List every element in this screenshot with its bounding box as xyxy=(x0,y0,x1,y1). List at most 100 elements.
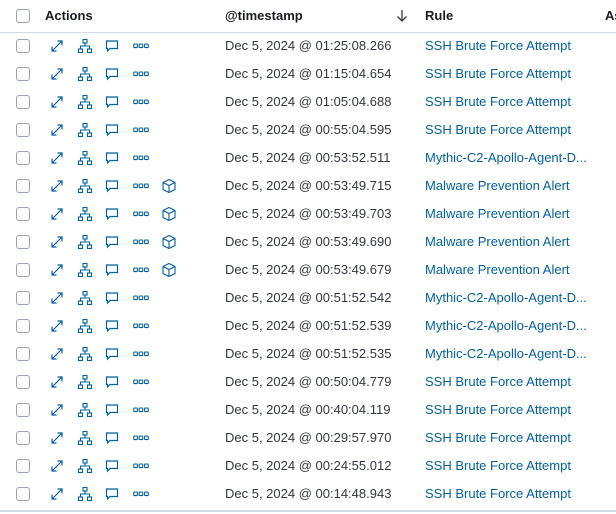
rule-link[interactable]: SSH Brute Force Attempt xyxy=(425,88,595,116)
analyze-graph-icon[interactable] xyxy=(77,374,93,390)
analyze-graph-icon[interactable] xyxy=(77,206,93,222)
rule-link[interactable]: SSH Brute Force Attempt xyxy=(425,424,595,452)
rule-link[interactable]: Mythic-C2-Apollo-Agent-D... xyxy=(425,312,595,340)
expand-icon[interactable] xyxy=(49,318,65,334)
more-actions-icon[interactable] xyxy=(133,178,149,194)
expand-icon[interactable] xyxy=(49,206,65,222)
row-select-checkbox[interactable] xyxy=(16,235,30,249)
timestamp-column-header[interactable]: @timestamp xyxy=(225,0,303,32)
expand-icon[interactable] xyxy=(49,66,65,82)
row-select-checkbox[interactable] xyxy=(16,263,30,277)
comment-icon[interactable] xyxy=(104,290,120,306)
comment-icon[interactable] xyxy=(104,346,120,362)
rule-link[interactable]: Mythic-C2-Apollo-Agent-D... xyxy=(425,340,595,368)
rule-link[interactable]: SSH Brute Force Attempt xyxy=(425,116,595,144)
row-select-checkbox[interactable] xyxy=(16,375,30,389)
row-select-checkbox[interactable] xyxy=(16,95,30,109)
rule-link[interactable]: Malware Prevention Alert xyxy=(425,172,595,200)
table-row[interactable]: Dec 5, 2024 @ 00:53:52.511 Mythic-C2-Apol… xyxy=(0,144,616,172)
session-view-icon[interactable] xyxy=(161,262,177,278)
table-row[interactable]: Dec 5, 2024 @ 00:50:04.779 SSH Brute Forc… xyxy=(0,368,616,396)
table-row[interactable]: Dec 5, 2024 @ 00:29:57.970 SSH Brute Forc… xyxy=(0,424,616,452)
analyze-graph-icon[interactable] xyxy=(77,402,93,418)
more-actions-icon[interactable] xyxy=(133,290,149,306)
expand-icon[interactable] xyxy=(49,346,65,362)
sort-descending-icon[interactable] xyxy=(395,8,409,24)
row-select-checkbox[interactable] xyxy=(16,347,30,361)
scrollbar-track[interactable] xyxy=(0,510,616,512)
row-select-checkbox[interactable] xyxy=(16,151,30,165)
rule-link[interactable]: SSH Brute Force Attempt xyxy=(425,368,595,396)
more-actions-icon[interactable] xyxy=(133,122,149,138)
table-row[interactable]: Dec 5, 2024 @ 01:25:08.266 SSH Brute Forc… xyxy=(0,32,616,60)
next-column-header[interactable]: As xyxy=(605,0,616,32)
table-row[interactable]: Dec 5, 2024 @ 00:55:04.595 SSH Brute Forc… xyxy=(0,116,616,144)
rule-link[interactable]: SSH Brute Force Attempt xyxy=(425,32,595,60)
more-actions-icon[interactable] xyxy=(133,94,149,110)
comment-icon[interactable] xyxy=(104,234,120,250)
more-actions-icon[interactable] xyxy=(133,318,149,334)
more-actions-icon[interactable] xyxy=(133,234,149,250)
more-actions-icon[interactable] xyxy=(133,150,149,166)
analyze-graph-icon[interactable] xyxy=(77,150,93,166)
analyze-graph-icon[interactable] xyxy=(77,66,93,82)
analyze-graph-icon[interactable] xyxy=(77,178,93,194)
table-row[interactable]: Dec 5, 2024 @ 00:40:04.119 SSH Brute Forc… xyxy=(0,396,616,424)
rule-link[interactable]: Mythic-C2-Apollo-Agent-D... xyxy=(425,144,595,172)
analyze-graph-icon[interactable] xyxy=(77,234,93,250)
row-select-checkbox[interactable] xyxy=(16,403,30,417)
table-row[interactable]: Dec 5, 2024 @ 00:51:52.539 Mythic-C2-Apol… xyxy=(0,312,616,340)
rule-link[interactable]: SSH Brute Force Attempt xyxy=(425,396,595,424)
table-row[interactable]: Dec 5, 2024 @ 00:53:49.703 Malware Preven… xyxy=(0,200,616,228)
comment-icon[interactable] xyxy=(104,38,120,54)
analyze-graph-icon[interactable] xyxy=(77,318,93,334)
expand-icon[interactable] xyxy=(49,234,65,250)
more-actions-icon[interactable] xyxy=(133,38,149,54)
rule-link[interactable]: Malware Prevention Alert xyxy=(425,256,595,284)
row-select-checkbox[interactable] xyxy=(16,487,30,501)
more-actions-icon[interactable] xyxy=(133,346,149,362)
more-actions-icon[interactable] xyxy=(133,486,149,502)
session-view-icon[interactable] xyxy=(161,178,177,194)
expand-icon[interactable] xyxy=(49,150,65,166)
more-actions-icon[interactable] xyxy=(133,402,149,418)
rule-link[interactable]: Malware Prevention Alert xyxy=(425,200,595,228)
more-actions-icon[interactable] xyxy=(133,206,149,222)
row-select-checkbox[interactable] xyxy=(16,431,30,445)
row-select-checkbox[interactable] xyxy=(16,67,30,81)
comment-icon[interactable] xyxy=(104,94,120,110)
table-row[interactable]: Dec 5, 2024 @ 01:15:04.654 SSH Brute Forc… xyxy=(0,60,616,88)
expand-icon[interactable] xyxy=(49,262,65,278)
comment-icon[interactable] xyxy=(104,206,120,222)
more-actions-icon[interactable] xyxy=(133,430,149,446)
expand-icon[interactable] xyxy=(49,94,65,110)
comment-icon[interactable] xyxy=(104,150,120,166)
row-select-checkbox[interactable] xyxy=(16,39,30,53)
comment-icon[interactable] xyxy=(104,122,120,138)
comment-icon[interactable] xyxy=(104,430,120,446)
table-row[interactable]: Dec 5, 2024 @ 00:24:55.012 SSH Brute Forc… xyxy=(0,452,616,480)
rule-link[interactable]: SSH Brute Force Attempt xyxy=(425,480,595,508)
expand-icon[interactable] xyxy=(49,430,65,446)
rule-link[interactable]: SSH Brute Force Attempt xyxy=(425,452,595,480)
expand-icon[interactable] xyxy=(49,458,65,474)
analyze-graph-icon[interactable] xyxy=(77,458,93,474)
expand-icon[interactable] xyxy=(49,178,65,194)
row-select-checkbox[interactable] xyxy=(16,179,30,193)
rule-link[interactable]: SSH Brute Force Attempt xyxy=(425,60,595,88)
more-actions-icon[interactable] xyxy=(133,262,149,278)
comment-icon[interactable] xyxy=(104,458,120,474)
comment-icon[interactable] xyxy=(104,402,120,418)
rule-column-header[interactable]: Rule xyxy=(425,0,453,32)
more-actions-icon[interactable] xyxy=(133,66,149,82)
comment-icon[interactable] xyxy=(104,318,120,334)
comment-icon[interactable] xyxy=(104,374,120,390)
analyze-graph-icon[interactable] xyxy=(77,290,93,306)
rule-link[interactable]: Mythic-C2-Apollo-Agent-D... xyxy=(425,284,595,312)
comment-icon[interactable] xyxy=(104,486,120,502)
row-select-checkbox[interactable] xyxy=(16,207,30,221)
analyze-graph-icon[interactable] xyxy=(77,486,93,502)
analyze-graph-icon[interactable] xyxy=(77,262,93,278)
comment-icon[interactable] xyxy=(104,178,120,194)
row-select-checkbox[interactable] xyxy=(16,123,30,137)
